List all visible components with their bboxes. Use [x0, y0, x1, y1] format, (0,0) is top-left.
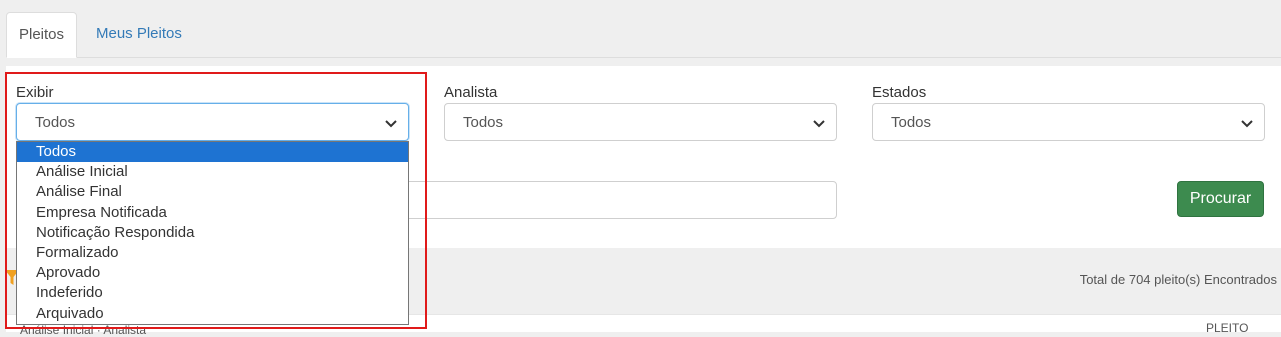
tab-pleitos[interactable]: Pleitos	[6, 12, 78, 58]
table-header-left: Análise Inicial · Analista	[20, 323, 147, 337]
estados-select-value: Todos	[891, 114, 932, 131]
estados-select[interactable]: Todos	[872, 103, 1265, 141]
results-total: Total de 704 pleito(s) Encontrados	[1079, 272, 1277, 287]
chevron-down-icon	[1241, 120, 1253, 128]
dropdown-option[interactable]: Indeferido	[17, 283, 408, 303]
chevron-down-icon	[813, 120, 825, 128]
dropdown-option[interactable]: Análise Inicial	[17, 162, 408, 182]
estados-label: Estados	[872, 84, 927, 101]
analista-select[interactable]: Todos	[444, 103, 837, 141]
dropdown-option[interactable]: Notificação Respondida	[17, 223, 408, 243]
analista-label: Analista	[444, 84, 498, 101]
exibir-label: Exibir	[16, 84, 54, 101]
dropdown-option[interactable]: Arquivado	[17, 304, 408, 324]
procurar-button[interactable]: Procurar	[1177, 181, 1264, 217]
chevron-down-icon	[385, 120, 397, 128]
tab-meus-pleitos[interactable]: Meus Pleitos	[84, 12, 194, 56]
dropdown-option[interactable]: Análise Final	[17, 182, 408, 202]
tab-bar: Pleitos Meus Pleitos	[6, 12, 1281, 58]
exibir-select[interactable]: Todos	[16, 103, 409, 141]
dropdown-option[interactable]: Todos	[17, 142, 408, 163]
analista-select-value: Todos	[463, 114, 504, 131]
dropdown-option[interactable]: Formalizado	[17, 243, 408, 263]
dropdown-option[interactable]: Aprovado	[17, 263, 408, 283]
exibir-select-value: Todos	[35, 114, 76, 131]
exibir-dropdown-list: Todos Análise Inicial Análise Final Empr…	[16, 141, 409, 325]
dropdown-option[interactable]: Empresa Notificada	[17, 203, 408, 223]
table-header-pleito: PLEITO	[1206, 321, 1249, 335]
